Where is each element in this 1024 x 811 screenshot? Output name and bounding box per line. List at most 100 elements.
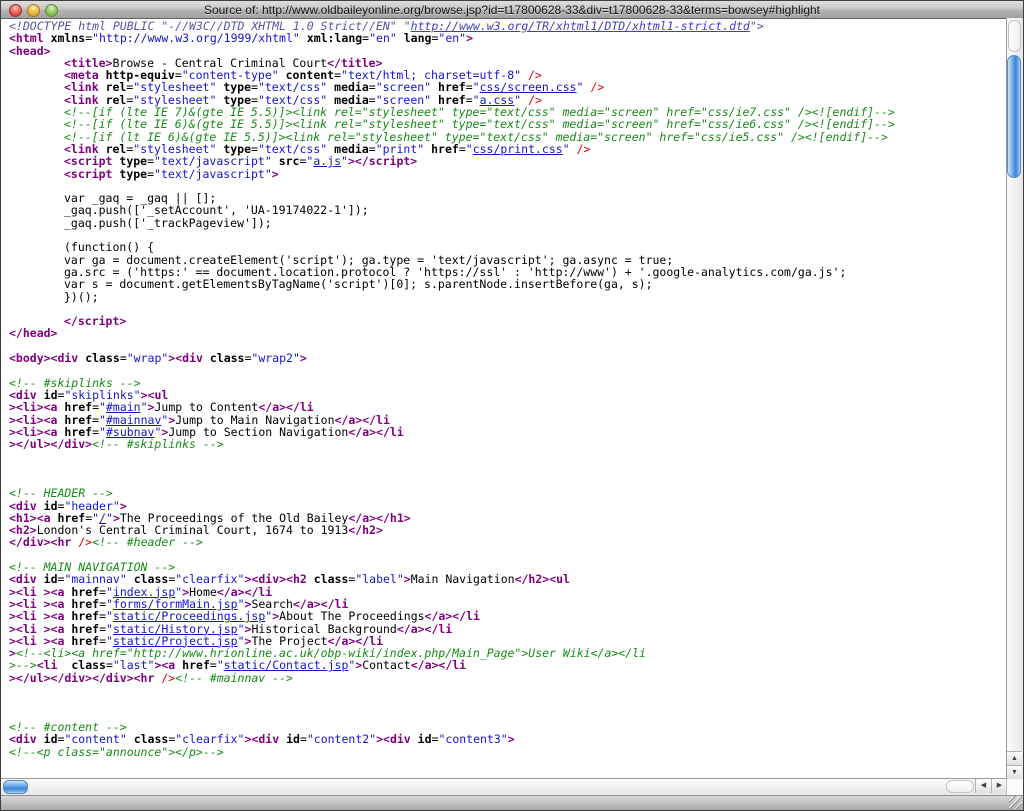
source-token: var s = document.getElementsByTagName('s… <box>64 277 653 291</box>
source-token: src <box>279 154 300 168</box>
scroll-track-cap <box>946 780 974 793</box>
source-token: </head> <box>9 326 57 340</box>
minimize-icon[interactable] <box>27 4 40 17</box>
left-arrow-icon: ◀ <box>981 782 986 789</box>
source-token: </script> <box>64 314 126 328</box>
source-token: _gaq.push(['_trackPageview']); <box>64 216 272 230</box>
source-line: </div><hr /><!-- #header --> <box>9 536 1007 548</box>
source-token: ><div <box>168 351 203 365</box>
source-token <box>397 31 404 45</box>
source-token: </a></li <box>411 658 466 672</box>
source-token: xmlns <box>51 31 86 45</box>
scroll-down-button[interactable]: ▼ <box>1007 765 1022 779</box>
source-line <box>9 229 1007 241</box>
source-line: <html xmlns="http://www.w3.org/1999/xhtm… <box>9 32 1007 44</box>
source-window: Source of: http://www.oldbaileyonline.or… <box>0 0 1024 811</box>
source-token: > <box>404 572 411 586</box>
source-line <box>9 709 1007 721</box>
source-token: = <box>459 142 466 156</box>
window-title: Source of: http://www.oldbaileyonline.or… <box>61 3 963 17</box>
source-link[interactable]: css/print.css <box>473 142 563 156</box>
source-token: "wrap" <box>127 351 169 365</box>
source-token: /> <box>590 80 604 94</box>
source-token: " <box>341 154 348 168</box>
source-token: "en" <box>438 31 466 45</box>
zoom-icon[interactable] <box>45 4 58 17</box>
source-token: ></ul></div></div><hr <box>9 671 154 685</box>
source-token: = <box>147 167 154 181</box>
source-code: <!DOCTYPE html PUBLIC "-//W3C//DTD XHTML… <box>1 19 1007 758</box>
source-token: <!-- #mainnav --> <box>175 671 293 685</box>
source-token: type <box>119 167 147 181</box>
source-token: href <box>431 142 459 156</box>
source-token: > <box>466 31 473 45</box>
source-line: var s = document.getElementsByTagName('s… <box>9 278 1007 290</box>
source-line: _gaq.push(['_trackPageview']); <box>9 217 1007 229</box>
source-token: > <box>300 351 307 365</box>
source-token: <head> <box>9 44 51 58</box>
source-line <box>9 696 1007 708</box>
source-token: </a></li <box>397 622 452 636</box>
window-titlebar[interactable]: Source of: http://www.oldbaileyonline.or… <box>1 1 1023 19</box>
source-token: /> <box>577 142 591 156</box>
down-arrow-icon: ▼ <box>1011 769 1018 776</box>
source-token: class <box>210 351 245 365</box>
source-token: ><div <box>376 732 411 746</box>
source-token: <!--<p class="announce"></p>--> <box>9 745 224 759</box>
vertical-scrollbar[interactable]: ▲ ▼ <box>1006 18 1023 779</box>
horizontal-scrollbar-thumb[interactable] <box>3 780 28 794</box>
source-token: id <box>286 732 300 746</box>
source-line <box>9 303 1007 315</box>
source-token: </div><hr <box>9 535 71 549</box>
source-view: <!DOCTYPE html PUBLIC "-//W3C//DTD XHTML… <box>1 19 1007 779</box>
source-token <box>307 572 314 586</box>
close-icon[interactable] <box>9 4 22 17</box>
window-bottom-bar <box>1 795 1023 810</box>
source-token: = <box>120 351 127 365</box>
source-line: ></ul></div></div><hr /><!-- #mainnav --… <box>9 672 1007 684</box>
source-token: "wrap2" <box>251 351 299 365</box>
source-line <box>9 450 1007 462</box>
source-token: "en" <box>369 31 397 45</box>
scroll-track-cap <box>1008 20 1021 52</box>
source-line <box>9 463 1007 475</box>
source-line: ></ul></div><!-- #skiplinks --> <box>9 438 1007 450</box>
source-token: Contact <box>362 658 410 672</box>
source-token <box>570 142 577 156</box>
source-token: "content3" <box>438 732 507 746</box>
source-line <box>9 475 1007 487</box>
source-token <box>300 31 307 45</box>
source-token: ></script> <box>348 154 417 168</box>
source-token: </a></li <box>348 425 403 439</box>
scroll-left-button[interactable]: ◀ <box>975 779 991 793</box>
source-token: "> <box>750 19 764 33</box>
source-token: " <box>466 142 473 156</box>
source-token: xml:lang <box>307 31 362 45</box>
source-line: </head> <box>9 327 1007 339</box>
scrollbar-corner <box>1006 779 1023 795</box>
source-token: "text/javascript" <box>154 167 272 181</box>
source-line <box>9 364 1007 376</box>
scroll-up-button[interactable]: ▲ <box>1007 751 1022 765</box>
source-token: ><div <box>245 732 280 746</box>
scroll-right-button[interactable]: ▶ <box>991 779 1007 793</box>
horizontal-scrollbar[interactable]: ◀ ▶ <box>1 778 1007 795</box>
right-arrow-icon: ▶ <box>997 782 1002 789</box>
source-token: })(); <box>64 290 99 304</box>
up-arrow-icon: ▲ <box>1011 755 1018 762</box>
resize-grip-icon[interactable] <box>1009 796 1022 809</box>
source-link[interactable]: a.js <box>313 154 341 168</box>
source-token: /> <box>161 671 175 685</box>
source-token: /> <box>78 535 92 549</box>
source-line <box>9 684 1007 696</box>
source-token: id <box>418 732 432 746</box>
vertical-scrollbar-thumb[interactable] <box>1007 55 1021 178</box>
source-line: <!--<p class="announce"></p>--> <box>9 746 1007 758</box>
source-token: ></ul></div> <box>9 437 92 451</box>
source-token: "content2" <box>307 732 376 746</box>
source-token: lang <box>404 31 432 45</box>
source-line: })(); <box>9 291 1007 303</box>
source-token: Main Navigation <box>411 572 515 586</box>
source-token: </h2><ul <box>515 572 570 586</box>
source-token: = <box>300 732 307 746</box>
